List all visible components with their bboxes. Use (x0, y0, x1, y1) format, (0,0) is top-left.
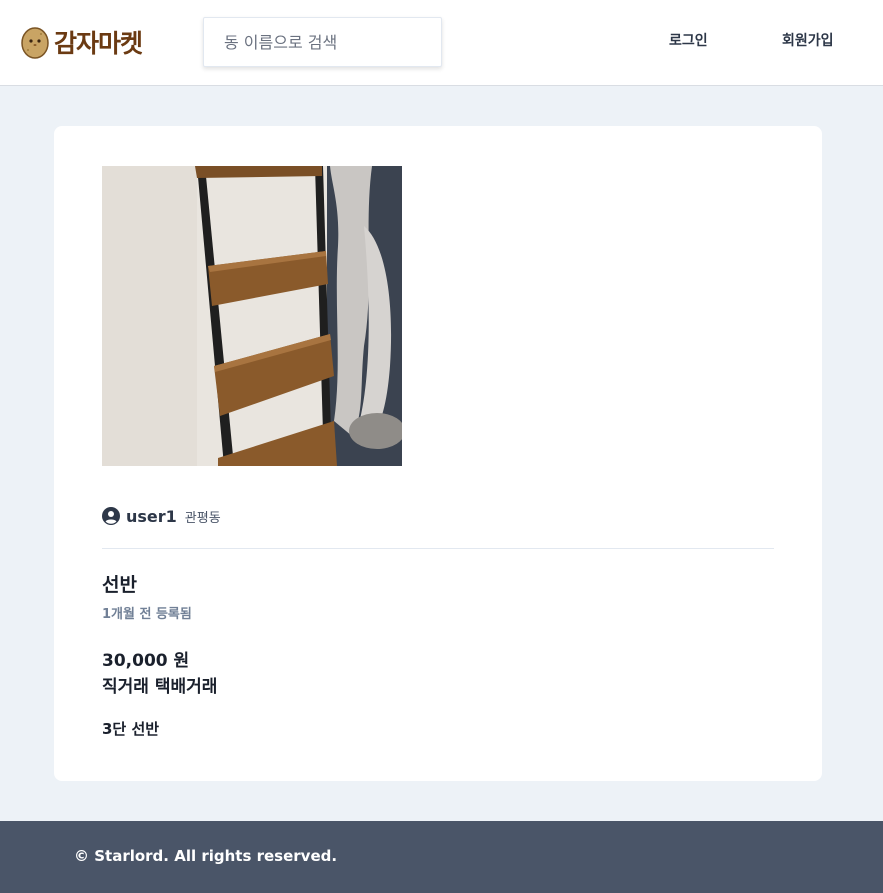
site-footer: © Starlord. All rights reserved. (0, 821, 883, 893)
product-title: 선반 (102, 574, 137, 596)
trade-methods: 직거래 택배거래 (102, 677, 218, 697)
search-box (203, 17, 442, 67)
signup-link[interactable]: 회원가입 (782, 31, 834, 51)
product-photo (102, 166, 402, 466)
potato-icon (21, 27, 49, 59)
seller-username[interactable]: user1 (126, 507, 177, 526)
posted-time: 1개월 전 등록됨 (102, 607, 192, 622)
site-header: 감자마켓 로그인 회원가입 (0, 0, 883, 86)
seller-info: user1 관평동 (102, 505, 221, 527)
divider (102, 548, 774, 549)
copyright-text: © Starlord. All rights reserved. (74, 847, 338, 865)
login-link[interactable]: 로그인 (669, 31, 708, 51)
logo-text: 감자마켓 (54, 29, 143, 58)
user-circle-icon (102, 507, 120, 525)
product-card: user1 관평동 선반 1개월 전 등록됨 30,000 원 직거래 택배거래… (54, 126, 822, 781)
search-input[interactable] (204, 18, 441, 66)
logo-link[interactable]: 감자마켓 (20, 22, 143, 62)
seller-region: 관평동 (184, 510, 221, 526)
product-description: 3단 선반 (102, 720, 160, 738)
product-price: 30,000 원 (102, 651, 190, 671)
